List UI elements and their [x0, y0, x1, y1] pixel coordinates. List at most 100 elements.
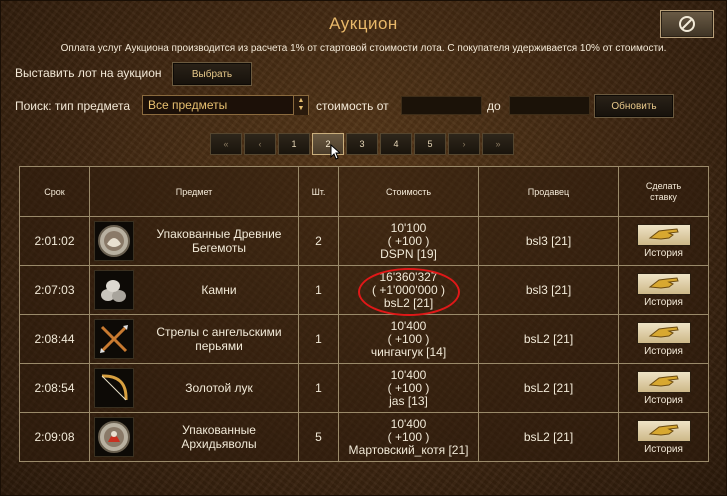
- history-link[interactable]: История: [644, 444, 683, 455]
- place-bid-button[interactable]: [636, 371, 691, 393]
- item-cell: Упакованные Архидьяволы: [89, 412, 299, 462]
- bid-cell: История: [618, 363, 709, 413]
- header-qty: Шт.: [298, 166, 339, 217]
- bid-cell: История: [618, 314, 709, 364]
- page-1-button[interactable]: 1: [278, 133, 310, 155]
- table-row: 2:09:08 Упакованные Архидьяволы 5 10'400…: [19, 412, 709, 462]
- item-name: Упакованные Древние Бегемоты: [156, 227, 282, 255]
- stones-icon[interactable]: [94, 270, 134, 310]
- close-button[interactable]: [660, 10, 714, 38]
- cost-from-input[interactable]: [401, 96, 482, 115]
- bid-cell: История: [618, 265, 709, 315]
- current-price: 10'400: [390, 367, 427, 382]
- header-time: Срок: [19, 166, 90, 217]
- last-bidder: Мартовский_котя [21]: [348, 442, 469, 457]
- pagination: « ‹ 1 2 3 4 5 › »: [210, 133, 514, 155]
- seller: bsL2 [21]: [478, 314, 619, 364]
- cost-cell: 10'400 ( +100 ) чингачгук [14]: [338, 314, 479, 364]
- time-left: 2:08:54: [19, 363, 90, 413]
- current-price: 10'400: [390, 318, 427, 333]
- behemoth-pack-icon[interactable]: [94, 221, 134, 261]
- cost-from-label: стоимость от: [316, 99, 389, 113]
- table-row: 2:08:54 Золотой лук 1 10'400 ( +100 ) ja…: [19, 363, 709, 413]
- history-link[interactable]: История: [644, 248, 683, 259]
- time-left: 2:01:02: [19, 216, 90, 266]
- search-type-label: Поиск: тип предмета: [15, 99, 131, 113]
- item-cell: Упакованные Древние Бегемоты: [89, 216, 299, 266]
- cost-cell: 10'100 ( +100 ) DSPN [19]: [338, 216, 479, 266]
- last-bidder: DSPN [19]: [380, 246, 437, 261]
- header-seller: Продавец: [478, 166, 619, 217]
- seller: bsl3 [21]: [478, 265, 619, 315]
- quantity: 1: [298, 314, 339, 364]
- gold-hand-icon: [647, 422, 681, 441]
- header-item: Предмет: [89, 166, 299, 217]
- seller: bsL2 [21]: [478, 412, 619, 462]
- cost-cell: 16'360'327 ( +1'000'000 ) bsL2 [21]: [338, 265, 479, 315]
- bid-step: ( +1'000'000 ): [372, 282, 445, 297]
- page-last-button[interactable]: »: [482, 133, 514, 155]
- header-bid: Сделать ставку: [618, 166, 709, 217]
- table-header-row: Срок Предмет Шт. Стоимость Продавец Сдел…: [19, 166, 709, 217]
- refresh-button[interactable]: Обновить: [594, 94, 674, 118]
- place-bid-button[interactable]: [636, 420, 691, 442]
- bid-cell: История: [618, 216, 709, 266]
- place-bid-button[interactable]: [636, 322, 691, 344]
- golden-bow-icon[interactable]: [94, 368, 134, 408]
- time-left: 2:07:03: [19, 265, 90, 315]
- place-bid-button[interactable]: [636, 224, 691, 246]
- gold-hand-icon: [647, 226, 681, 245]
- item-name: Камни: [201, 283, 237, 297]
- page-title: Аукцион: [329, 14, 398, 33]
- bid-step: ( +100 ): [387, 233, 430, 248]
- history-link[interactable]: История: [644, 346, 683, 357]
- header-cost: Стоимость: [338, 166, 479, 217]
- current-price: 10'100: [390, 220, 427, 235]
- table-row: 2:08:44 Стрелы с ангельскими перьями 1 1…: [19, 314, 709, 364]
- page-4-button[interactable]: 4: [380, 133, 412, 155]
- auction-table: Срок Предмет Шт. Стоимость Продавец Сдел…: [19, 166, 709, 462]
- place-bid-button[interactable]: [636, 273, 691, 295]
- quantity: 1: [298, 265, 339, 315]
- seller: bsl3 [21]: [478, 216, 619, 266]
- page-3-button[interactable]: 3: [346, 133, 378, 155]
- cost-to-label: до: [487, 99, 501, 113]
- bid-step: ( +100 ): [387, 331, 430, 346]
- archdevil-pack-icon[interactable]: [94, 417, 134, 457]
- no-entry-icon: [676, 15, 698, 33]
- cost-to-input[interactable]: [509, 96, 590, 115]
- bid-cell: История: [618, 412, 709, 462]
- bid-step: ( +100 ): [387, 429, 430, 444]
- item-cell: Стрелы с ангельскими перьями: [89, 314, 299, 364]
- page-first-button[interactable]: «: [210, 133, 242, 155]
- angel-arrows-icon[interactable]: [94, 319, 134, 359]
- gold-hand-icon: [647, 275, 681, 294]
- item-name: Стрелы с ангельскими перьями: [156, 325, 282, 353]
- cost-cell: 10'400 ( +100 ) Мартовский_котя [21]: [338, 412, 479, 462]
- select-arrows-icon: ▲ ▼: [293, 96, 308, 115]
- fee-notice: Оплата услуг Аукциона производится из ра…: [60, 43, 667, 54]
- last-bidder: jas [13]: [389, 393, 428, 408]
- history-link[interactable]: История: [644, 297, 683, 308]
- item-cell: Золотой лук: [89, 363, 299, 413]
- item-type-select[interactable]: Все предметы ▲ ▼: [142, 95, 309, 115]
- last-bidder: чингачгук [14]: [370, 344, 447, 359]
- gold-hand-icon: [647, 373, 681, 392]
- table-row: 2:01:02 Упакованные Древние Бегемоты 2 1…: [19, 216, 709, 266]
- gold-hand-icon: [647, 324, 681, 343]
- quantity: 5: [298, 412, 339, 462]
- time-left: 2:09:08: [19, 412, 90, 462]
- time-left: 2:08:44: [19, 314, 90, 364]
- cost-cell: 10'400 ( +100 ) jas [13]: [338, 363, 479, 413]
- listing-label: Выставить лот на аукцион: [15, 66, 162, 80]
- page-5-button[interactable]: 5: [414, 133, 446, 155]
- item-name: Упакованные Архидьяволы: [181, 423, 257, 451]
- bid-step: ( +100 ): [387, 380, 430, 395]
- quantity: 1: [298, 363, 339, 413]
- table-row: 2:07:03 Камни 1 16'360'327 ( +1'000'000 …: [19, 265, 709, 315]
- history-link[interactable]: История: [644, 395, 683, 406]
- page-prev-button[interactable]: ‹: [244, 133, 276, 155]
- item-name: Золотой лук: [185, 381, 253, 395]
- choose-lot-button[interactable]: Выбрать: [172, 62, 252, 86]
- page-next-button[interactable]: ›: [448, 133, 480, 155]
